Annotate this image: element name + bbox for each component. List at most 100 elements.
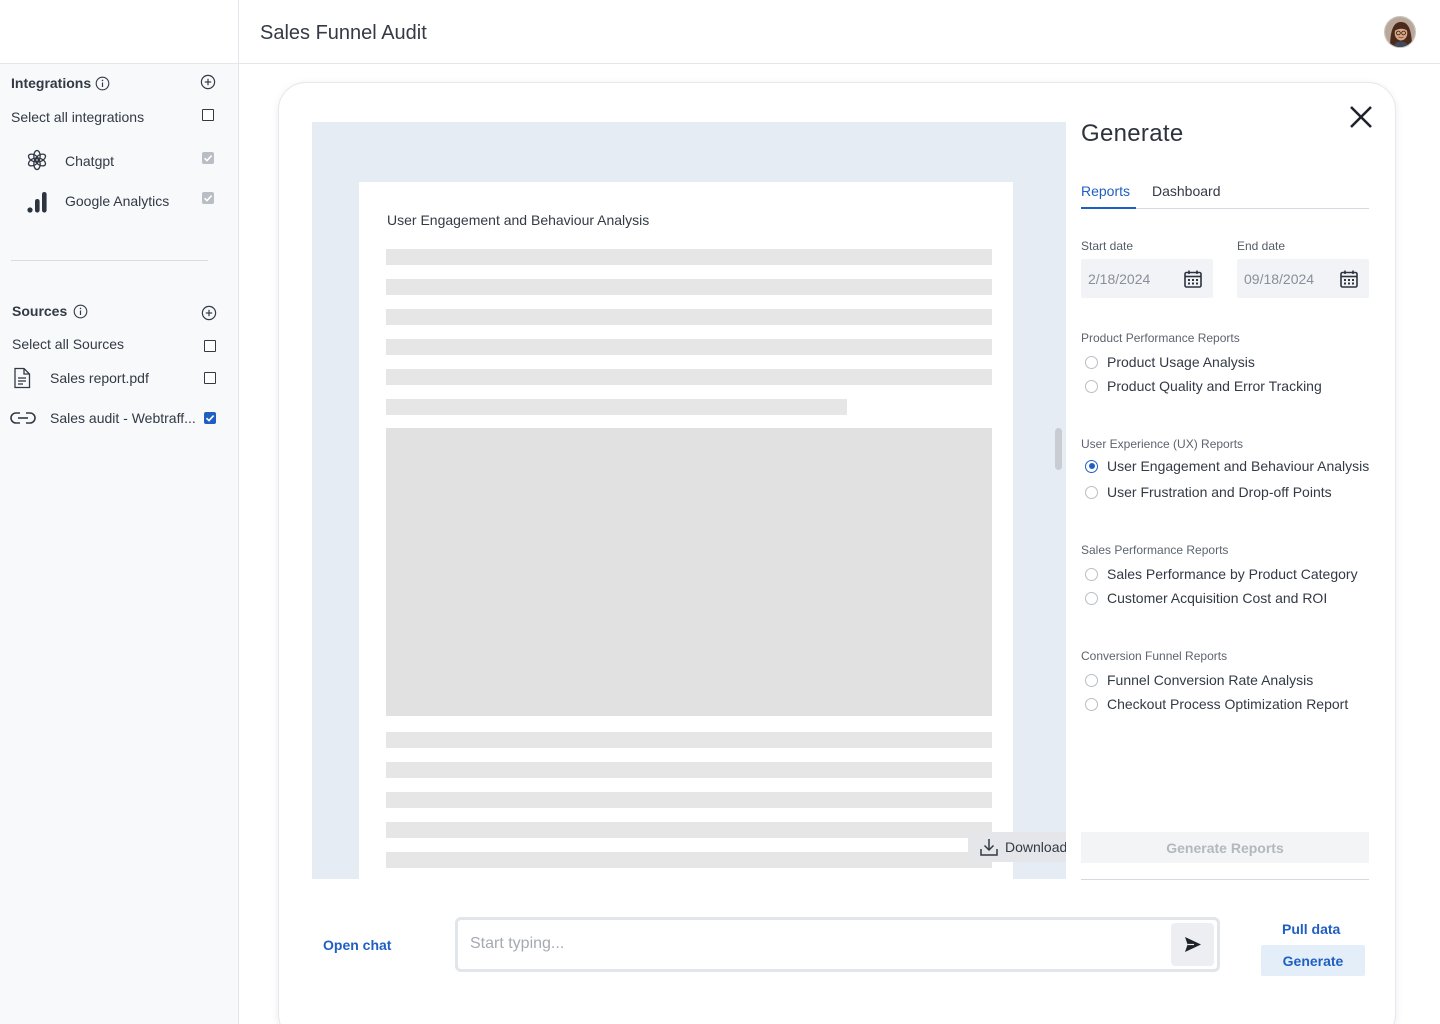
end-date-label: End date bbox=[1237, 239, 1286, 253]
radio-button[interactable] bbox=[1085, 697, 1098, 711]
close-icon bbox=[1350, 106, 1372, 128]
link-icon bbox=[10, 410, 36, 431]
radio-label: User Engagement and Behaviour Analysis bbox=[1107, 458, 1370, 474]
info-icon[interactable] bbox=[95, 76, 110, 91]
top-header: Sales Funnel Audit bbox=[239, 0, 1440, 64]
skeleton-line bbox=[386, 339, 992, 355]
info-icon[interactable] bbox=[73, 304, 88, 319]
source-sales-audit-label: Sales audit - Webtraff... bbox=[50, 410, 196, 426]
start-date-value: 2/18/2024 bbox=[1088, 270, 1151, 287]
end-date-field[interactable]: 09/18/2024 bbox=[1237, 259, 1369, 298]
start-date-field[interactable]: 2/18/2024 bbox=[1081, 259, 1213, 298]
preview-scrollbar[interactable] bbox=[1055, 428, 1062, 470]
skeleton-line bbox=[386, 279, 992, 295]
radio-option-acquisition-cost[interactable]: Customer Acquisition Cost and ROI bbox=[1085, 590, 1327, 606]
open-chat-link[interactable]: Open chat bbox=[323, 937, 391, 953]
radio-button[interactable] bbox=[1085, 673, 1098, 687]
tab-dashboard[interactable]: Dashboard bbox=[1152, 183, 1221, 209]
sources-heading: Sources bbox=[12, 303, 88, 319]
integration-google-analytics-label: Google Analytics bbox=[65, 193, 170, 209]
add-source-icon[interactable] bbox=[201, 305, 217, 321]
report-preview-area: User Engagement and Behaviour Analysis D… bbox=[312, 122, 1066, 879]
chatgpt-icon bbox=[25, 148, 49, 177]
panel-tabs: Reports Dashboard bbox=[1081, 183, 1369, 209]
calendar-icon[interactable] bbox=[1183, 269, 1203, 289]
end-date-value: 09/18/2024 bbox=[1244, 270, 1315, 287]
select-all-integrations-label: Select all integrations bbox=[11, 109, 145, 125]
skeleton-line bbox=[386, 249, 992, 265]
skeleton-line bbox=[386, 732, 992, 748]
integration-chatgpt-checkbox[interactable] bbox=[202, 152, 214, 164]
add-integration-icon[interactable] bbox=[200, 74, 216, 90]
start-date-label: Start date bbox=[1081, 239, 1134, 253]
analytics-icon bbox=[27, 190, 49, 219]
radio-label: Sales Performance by Product Category bbox=[1107, 566, 1358, 582]
select-all-integrations-checkbox[interactable] bbox=[202, 109, 214, 121]
page-title: Sales Funnel Audit bbox=[260, 22, 427, 44]
calendar-icon[interactable] bbox=[1339, 269, 1359, 289]
chat-input[interactable] bbox=[470, 930, 1160, 958]
radio-button[interactable] bbox=[1085, 379, 1098, 393]
skeleton-line bbox=[386, 852, 992, 868]
generate-modal: User Engagement and Behaviour Analysis D… bbox=[278, 82, 1396, 1024]
skeleton-line bbox=[386, 792, 992, 808]
download-label: Download bbox=[1005, 839, 1066, 855]
download-button[interactable]: Download bbox=[968, 832, 1066, 862]
integrations-heading: Integrations bbox=[11, 75, 110, 91]
radio-option-sales-by-category[interactable]: Sales Performance by Product Category bbox=[1085, 566, 1358, 582]
radio-label: Checkout Process Optimization Report bbox=[1107, 696, 1349, 712]
radio-option-checkout-optimization[interactable]: Checkout Process Optimization Report bbox=[1085, 696, 1348, 712]
panel-title: Generate bbox=[1081, 120, 1184, 147]
integration-google-analytics-checkbox[interactable] bbox=[202, 192, 214, 204]
radio-button-selected[interactable] bbox=[1085, 459, 1098, 473]
skeleton-line bbox=[386, 822, 992, 838]
radio-option-product-usage[interactable]: Product Usage Analysis bbox=[1085, 354, 1255, 370]
sidebar-divider bbox=[11, 260, 208, 261]
radio-label: User Frustration and Drop-off Points bbox=[1107, 484, 1332, 500]
skeleton-line bbox=[386, 309, 992, 325]
radio-button[interactable] bbox=[1085, 567, 1098, 581]
send-icon bbox=[1185, 937, 1201, 952]
skeleton-line bbox=[386, 762, 992, 778]
group-label-product-performance: Product Performance Reports bbox=[1081, 331, 1240, 345]
radio-option-funnel-conversion[interactable]: Funnel Conversion Rate Analysis bbox=[1085, 672, 1313, 688]
radio-button[interactable] bbox=[1085, 591, 1098, 605]
source-sales-report-label: Sales report.pdf bbox=[50, 370, 149, 386]
generate-button[interactable]: Generate bbox=[1261, 945, 1365, 976]
sources-title: Sources bbox=[12, 303, 68, 319]
pull-data-link[interactable]: Pull data bbox=[1282, 921, 1340, 937]
group-label-user-experience: User Experience (UX) Reports bbox=[1081, 437, 1244, 451]
chat-input-container bbox=[455, 917, 1220, 972]
group-label-sales-performance: Sales Performance Reports bbox=[1081, 543, 1229, 557]
radio-option-user-engagement[interactable]: User Engagement and Behaviour Analysis bbox=[1085, 458, 1369, 474]
report-document-title: User Engagement and Behaviour Analysis bbox=[387, 212, 650, 228]
skeleton-line bbox=[386, 399, 847, 415]
radio-label: Product Quality and Error Tracking bbox=[1107, 378, 1322, 394]
radio-label: Product Usage Analysis bbox=[1107, 354, 1255, 370]
sidebar-header bbox=[0, 0, 238, 64]
radio-option-product-quality[interactable]: Product Quality and Error Tracking bbox=[1085, 378, 1322, 394]
integrations-title: Integrations bbox=[11, 75, 92, 91]
skeleton-line bbox=[386, 369, 992, 385]
avatar[interactable] bbox=[1384, 16, 1416, 48]
download-icon bbox=[980, 839, 998, 856]
close-button[interactable] bbox=[1347, 103, 1375, 131]
document-icon bbox=[13, 367, 31, 394]
send-button[interactable] bbox=[1171, 923, 1214, 966]
radio-label: Customer Acquisition Cost and ROI bbox=[1107, 590, 1328, 606]
source-sales-report-checkbox[interactable] bbox=[204, 372, 216, 384]
radio-button[interactable] bbox=[1085, 355, 1098, 369]
sidebar: Integrations Select all integrations Cha… bbox=[0, 0, 239, 1024]
radio-option-user-frustration[interactable]: User Frustration and Drop-off Points bbox=[1085, 484, 1332, 500]
select-all-sources-checkbox[interactable] bbox=[204, 340, 216, 352]
skeleton-image-block bbox=[386, 428, 992, 716]
radio-label: Funnel Conversion Rate Analysis bbox=[1107, 672, 1314, 688]
source-sales-audit-checkbox[interactable] bbox=[204, 412, 216, 424]
tab-reports[interactable]: Reports bbox=[1081, 183, 1136, 209]
generate-reports-button[interactable]: Generate Reports bbox=[1081, 832, 1369, 863]
panel-divider bbox=[1081, 879, 1369, 880]
radio-button[interactable] bbox=[1085, 485, 1098, 499]
group-label-conversion-funnel: Conversion Funnel Reports bbox=[1081, 649, 1228, 663]
select-all-sources-label: Select all Sources bbox=[12, 336, 125, 352]
integration-chatgpt-label: Chatgpt bbox=[65, 153, 115, 169]
